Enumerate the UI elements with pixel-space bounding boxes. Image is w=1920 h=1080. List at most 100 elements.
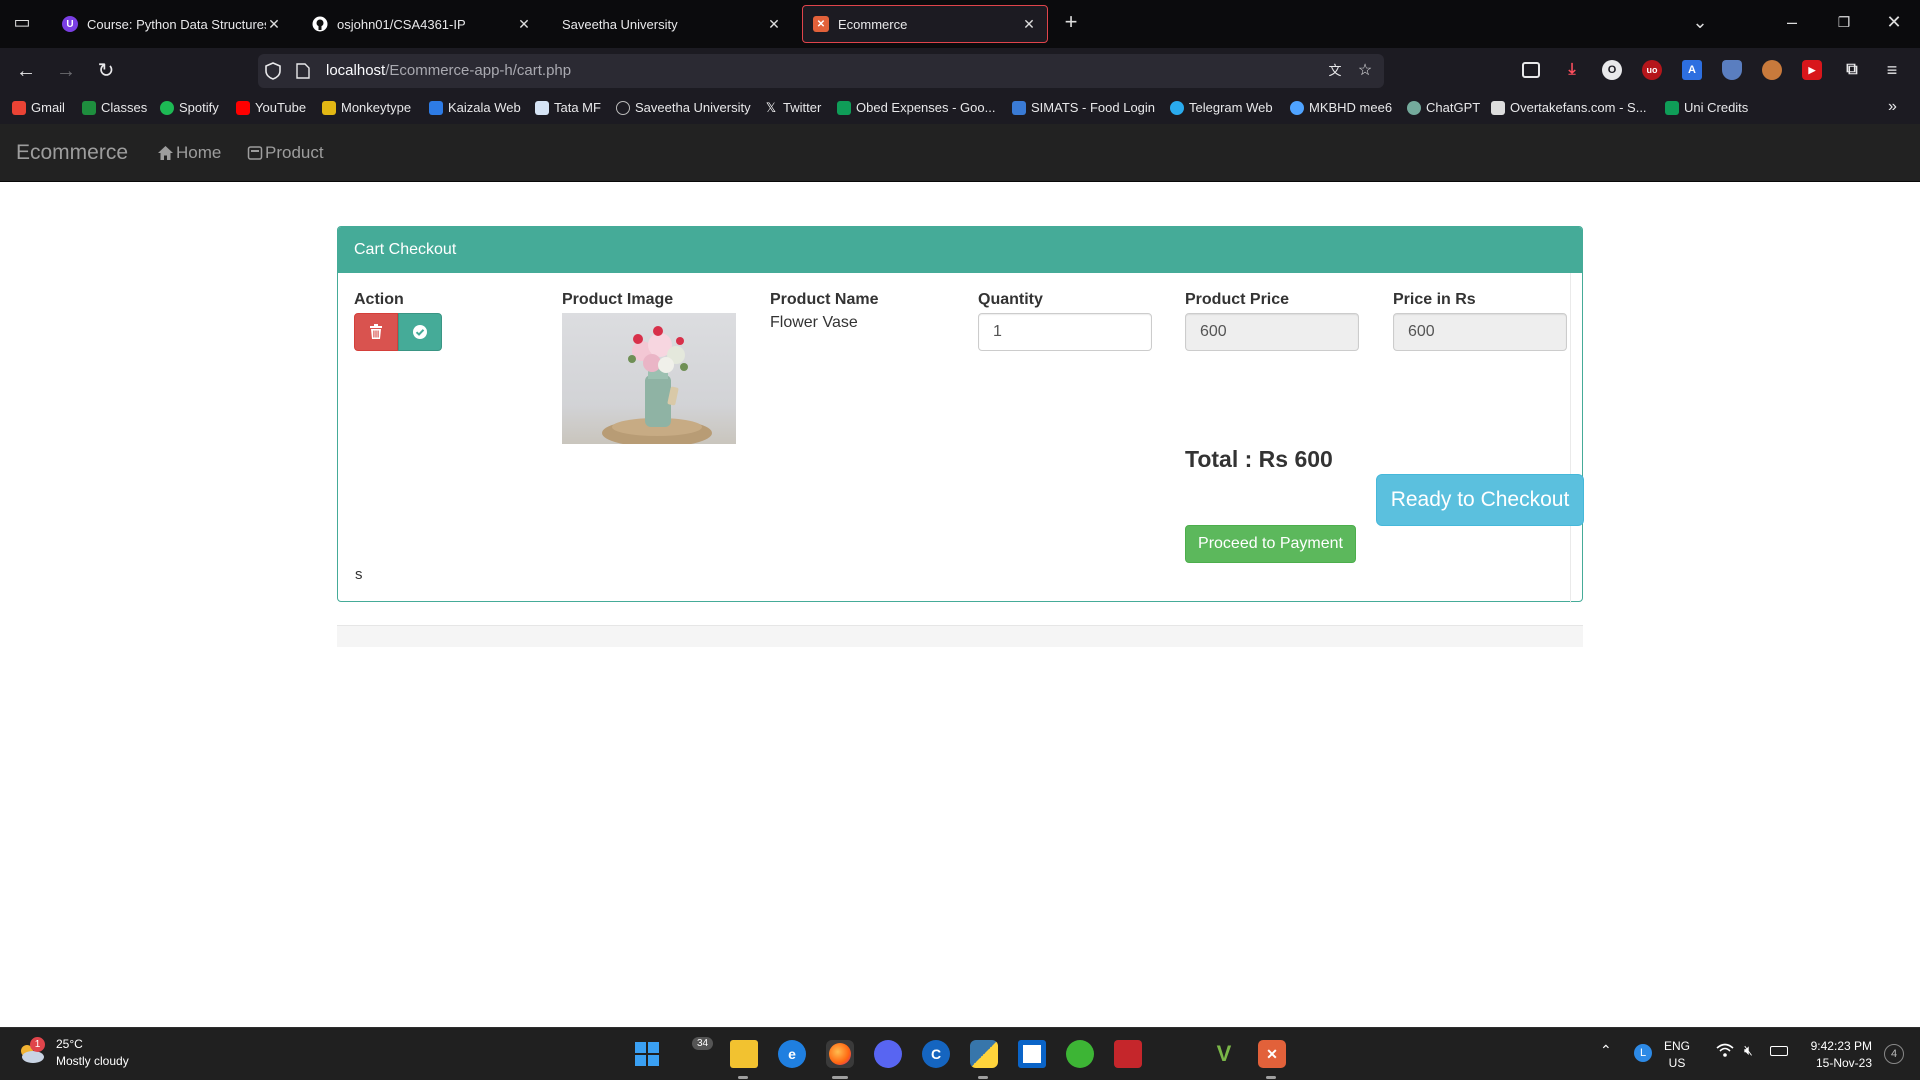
- green-app-icon[interactable]: [1066, 1040, 1094, 1068]
- xampp-icon[interactable]: ✕: [1258, 1040, 1286, 1068]
- red-app-icon[interactable]: [1114, 1040, 1142, 1068]
- close-tab-icon[interactable]: ✕: [1021, 16, 1037, 33]
- cart-panel: Cart Checkout Action Product Image Produ…: [337, 226, 1584, 603]
- ready-to-checkout-button[interactable]: Ready to Checkout: [1376, 474, 1584, 526]
- page-info-icon[interactable]: [296, 63, 310, 79]
- product-box-icon: [247, 146, 263, 160]
- tab-github[interactable]: osjohn01/CSA4361-IP ✕: [302, 5, 542, 43]
- bookmark-kaizala[interactable]: Kaizala Web: [429, 100, 521, 115]
- bookmark-youtube[interactable]: YouTube: [236, 100, 306, 115]
- minimize-icon[interactable]: –: [1780, 12, 1804, 33]
- delete-button[interactable]: [354, 313, 398, 351]
- bookmark-mkbhd-mee6[interactable]: MKBHD mee6: [1290, 100, 1392, 115]
- tracking-shield-icon[interactable]: [264, 62, 282, 80]
- nav-home[interactable]: Home: [157, 143, 221, 163]
- bookmark-overtakefans[interactable]: Overtakefans.com - S...: [1491, 100, 1647, 115]
- translator-icon[interactable]: A: [1682, 60, 1702, 80]
- bookmark-label: YouTube: [255, 100, 307, 115]
- name-column: Product Name Flower Vase: [770, 291, 878, 332]
- wifi-icon[interactable]: [1716, 1042, 1734, 1061]
- reload-icon[interactable]: ↻: [94, 60, 118, 82]
- bookmark-monkeytype[interactable]: Monkeytype: [322, 100, 411, 115]
- new-tab-icon[interactable]: +: [1059, 9, 1083, 35]
- bookmark-gmail[interactable]: Gmail: [12, 100, 65, 115]
- column-header-quantity: Quantity: [978, 291, 1043, 308]
- tab-list-icon[interactable]: ▭: [10, 12, 34, 33]
- windows-taskbar: 1 25°C Mostly cloudy 34 e C V ✕ ⌃ L ENG …: [0, 1027, 1920, 1080]
- bookmark-star-icon[interactable]: ☆: [1356, 62, 1374, 80]
- weather-alert-badge: 1: [30, 1037, 45, 1052]
- bookmark-obed-expenses[interactable]: Obed Expenses - Goo...: [837, 100, 995, 115]
- price-rs-column: Price in Rs: [1393, 291, 1567, 351]
- bookmark-label: Twitter: [783, 100, 822, 115]
- bookmark-tata-mf[interactable]: Tata MF: [535, 100, 601, 115]
- more-bookmarks-icon[interactable]: »: [1888, 98, 1897, 116]
- youtube-extension-icon[interactable]: ▶: [1802, 60, 1822, 80]
- product-price-field: [1185, 313, 1359, 351]
- trash-icon: [370, 324, 382, 339]
- weather-widget[interactable]: 1 25°C Mostly cloudy: [16, 1036, 129, 1070]
- ublock-icon[interactable]: uo: [1642, 60, 1662, 80]
- url-text[interactable]: localhost/Ecommerce-app-h/cart.php: [326, 62, 571, 79]
- bookmark-label: Overtakefans.com - S...: [1510, 100, 1647, 115]
- close-window-icon[interactable]: ✕: [1882, 12, 1906, 33]
- c-app-icon[interactable]: C: [922, 1040, 950, 1068]
- avatar-extension-icon[interactable]: [1762, 60, 1782, 80]
- restore-icon[interactable]: ❐: [1832, 14, 1856, 31]
- forward-icon[interactable]: →: [54, 60, 78, 82]
- bookmark-simats[interactable]: SIMATS - Food Login: [1012, 100, 1155, 115]
- extension-o-icon[interactable]: O: [1602, 60, 1622, 80]
- language-indicator[interactable]: ENG US: [1664, 1038, 1690, 1072]
- clock[interactable]: 9:42:23 PM 15-Nov-23: [1800, 1038, 1872, 1072]
- bookmark-classes[interactable]: Classes: [82, 100, 147, 115]
- bookmark-spotify[interactable]: Spotify: [160, 100, 219, 115]
- quantity-input[interactable]: [978, 313, 1152, 351]
- bookmark-saveetha[interactable]: Saveetha University: [616, 100, 751, 115]
- proceed-to-payment-button[interactable]: Proceed to Payment: [1185, 525, 1356, 563]
- price-column: Product Price: [1185, 291, 1359, 351]
- discord-icon[interactable]: [874, 1040, 902, 1068]
- bookmark-chatgpt[interactable]: ChatGPT: [1407, 100, 1480, 115]
- bookmark-uni-credits[interactable]: Uni Credits: [1665, 100, 1748, 115]
- notification-badge[interactable]: 4: [1884, 1044, 1904, 1064]
- tab-saveetha[interactable]: Saveetha University ✕: [552, 5, 792, 43]
- start-icon[interactable]: [633, 1040, 661, 1068]
- bookmark-telegram[interactable]: Telegram Web: [1170, 100, 1273, 115]
- tray-app-icon[interactable]: L: [1634, 1044, 1652, 1062]
- tab-ecommerce[interactable]: ✕ Ecommerce ✕: [802, 5, 1048, 43]
- battery-icon[interactable]: [1770, 1046, 1788, 1056]
- telegram-icon: [1170, 100, 1184, 115]
- speaker-muted-icon[interactable]: 🔇︎: [1744, 1042, 1753, 1059]
- bookmark-label: Kaizala Web: [448, 100, 521, 115]
- nav-product[interactable]: Product: [247, 143, 324, 163]
- tab-python-course[interactable]: U Course: Python Data Structures ✕: [52, 5, 292, 43]
- translate-icon[interactable]: 文: [1326, 62, 1344, 80]
- window-app-icon[interactable]: [1018, 1040, 1046, 1068]
- close-tab-icon[interactable]: ✕: [266, 16, 282, 33]
- xampp-icon: ✕: [813, 16, 829, 32]
- extensions-icon[interactable]: ⧉: [1842, 60, 1862, 80]
- firefox-icon[interactable]: [826, 1040, 854, 1068]
- file-explorer-icon[interactable]: [730, 1040, 758, 1068]
- udemy-icon: U: [62, 16, 78, 32]
- vim-icon[interactable]: V: [1210, 1040, 1238, 1068]
- close-tab-icon[interactable]: ✕: [766, 16, 782, 33]
- chevron-up-icon[interactable]: ⌃: [1600, 1042, 1612, 1059]
- edge-icon[interactable]: e: [778, 1040, 806, 1068]
- confirm-button[interactable]: [398, 313, 442, 351]
- downloads-icon[interactable]: ⤓: [1562, 60, 1582, 80]
- bookmark-twitter[interactable]: 𝕏 Twitter: [764, 100, 822, 115]
- brand-link[interactable]: Ecommerce: [16, 141, 128, 165]
- close-tab-icon[interactable]: ✕: [516, 16, 532, 33]
- chevron-down-icon[interactable]: ⌄: [1688, 12, 1712, 33]
- pocket-icon[interactable]: [1522, 62, 1540, 78]
- url-bar[interactable]: localhost/Ecommerce-app-h/cart.php 文 ☆: [258, 54, 1384, 88]
- overtakefans-icon: [1491, 100, 1505, 115]
- app-navbar: Ecommerce Home Product: [0, 124, 1920, 182]
- action-button-group: [354, 313, 442, 351]
- stray-text: s: [355, 566, 363, 583]
- menu-icon[interactable]: ≡: [1882, 60, 1902, 80]
- shield-extension-icon[interactable]: [1722, 60, 1742, 80]
- python-icon[interactable]: [970, 1040, 998, 1068]
- back-icon[interactable]: ←: [14, 60, 38, 82]
